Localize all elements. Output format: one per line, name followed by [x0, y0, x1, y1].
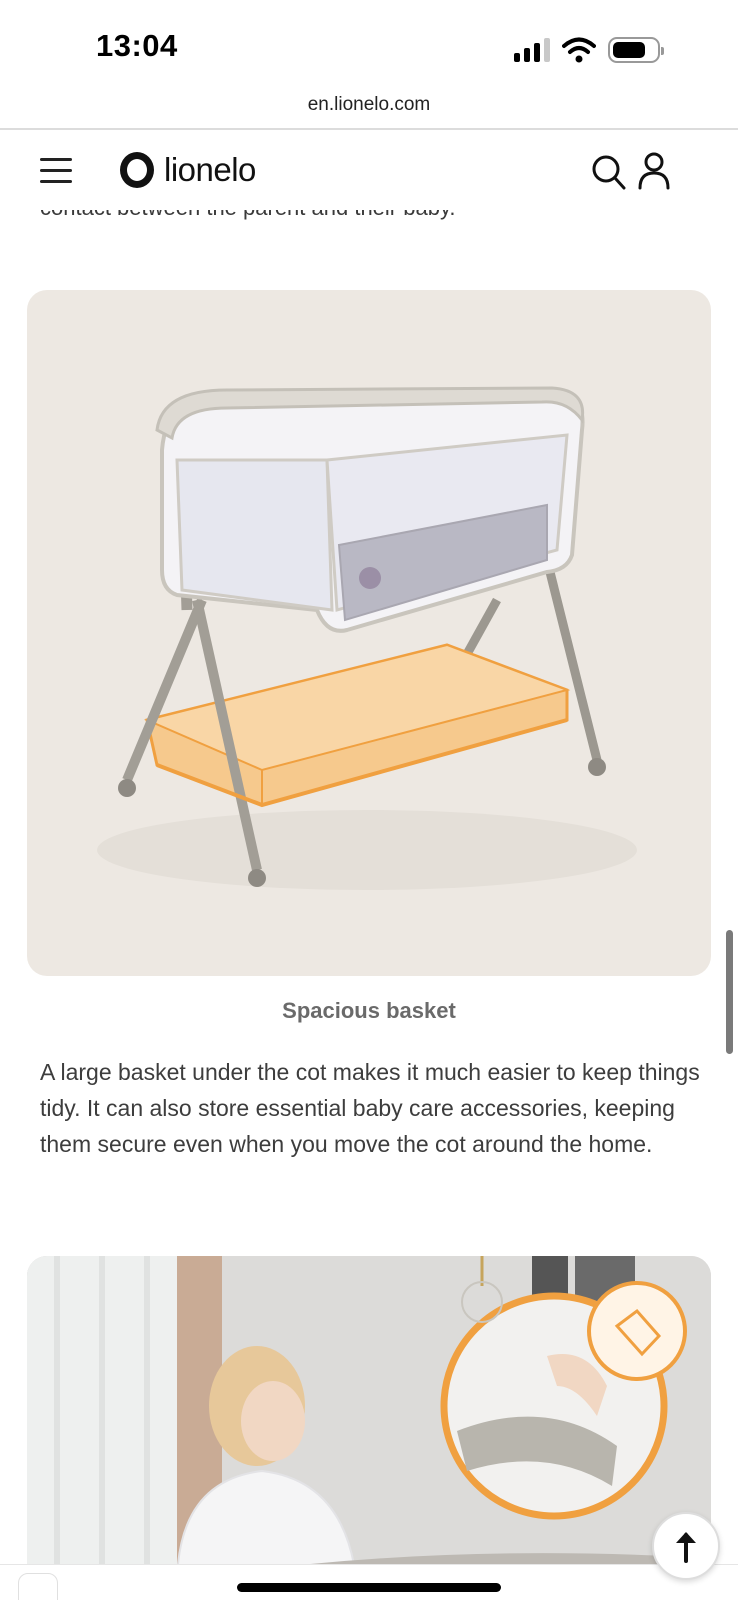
site-logo[interactable]: lionelo: [120, 148, 256, 192]
lifestyle-image-parent-with-cot: [27, 1256, 711, 1564]
arrow-up-icon: [676, 1532, 696, 1563]
battery-icon: [608, 37, 664, 63]
main-content: contact between the parent and their bab…: [0, 210, 738, 1564]
tab-chip[interactable]: [18, 1573, 58, 1600]
logo-text: lionelo: [164, 151, 256, 188]
status-bar: 13:04: [0, 0, 738, 88]
product-image-crib-basket: [27, 290, 711, 976]
menu-button[interactable]: [40, 158, 74, 184]
status-time: 13:04: [96, 28, 178, 63]
partial-paragraph: contact between the parent and their bab…: [40, 210, 455, 226]
site-header: lionelo: [0, 132, 738, 210]
browser-bottom-bar: [0, 1564, 738, 1600]
logo-mark-icon: [120, 152, 154, 188]
back-to-top-button[interactable]: [652, 1512, 720, 1580]
wifi-icon: [562, 37, 596, 63]
address-bar[interactable]: en.lionelo.com: [0, 88, 738, 130]
status-icons: [514, 36, 664, 64]
search-icon[interactable]: [592, 154, 626, 190]
user-icon[interactable]: [638, 152, 670, 190]
url-text: en.lionelo.com: [307, 94, 431, 115]
feature-description: A large basket under the cot makes it mu…: [40, 1059, 700, 1157]
page-scrollbar[interactable]: [726, 930, 733, 1054]
home-indicator[interactable]: [237, 1583, 501, 1592]
feature-title: Spacious basket: [282, 998, 456, 1023]
cellular-signal-icon: [514, 38, 550, 62]
